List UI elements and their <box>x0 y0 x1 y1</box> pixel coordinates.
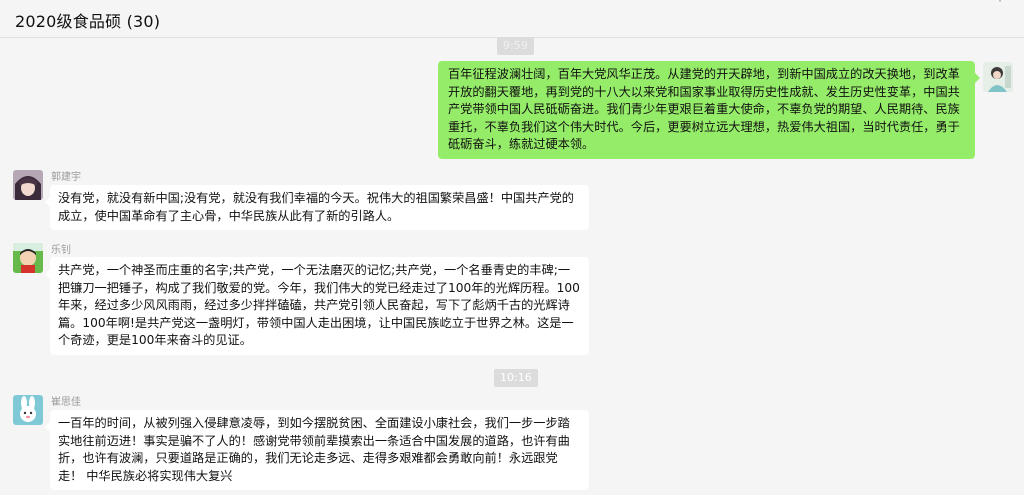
message-bubble[interactable]: 一百年的时间，从被列强入侵肆意凌辱，到如今摆脱贫困、全面建设小康社会，我们一步一… <box>45 410 589 490</box>
avatar-cuisijia[interactable] <box>13 395 43 425</box>
avatar-cuisijia-image <box>13 395 43 425</box>
message-bubble-self[interactable]: 百年征程波澜壮阔，百年大党风华正茂。从建党的开天辟地，到新中国成立的改天换地，到… <box>438 61 980 159</box>
message-bubble[interactable]: 没有党，就没有新中国;没有党，就没有我们幸福的今天。祝伟大的祖国繁荣昌盛！中国共… <box>45 185 589 230</box>
avatar-guojianyu[interactable] <box>13 170 43 200</box>
sender-name: 乐钊 <box>51 245 71 256</box>
avatar-self-image <box>983 62 1013 92</box>
chat-title[interactable]: 2020级食品硕 (30) <box>15 8 160 32</box>
avatar-lezhao-image <box>13 243 43 273</box>
timestamp: 9:59 <box>497 37 534 55</box>
avatar-lezhao[interactable] <box>13 243 43 273</box>
sender-name: 崔思佳 <box>51 397 81 408</box>
avatar-guojianyu-image <box>13 170 43 200</box>
more-icon[interactable]: · <box>990 0 1010 8</box>
avatar-self[interactable] <box>983 62 1013 92</box>
title-bar: 2020级食品硕 (30) ‾ · <box>0 0 1024 38</box>
message-bubble[interactable]: 共产党，一个神圣而庄重的名字;共产党，一个无法磨灭的记忆;共产党，一个名垂青史的… <box>45 257 589 355</box>
sender-name: 郭建宇 <box>51 172 81 183</box>
timestamp: 10:16 <box>494 369 538 387</box>
pin-icon[interactable]: ‾ <box>935 0 955 8</box>
